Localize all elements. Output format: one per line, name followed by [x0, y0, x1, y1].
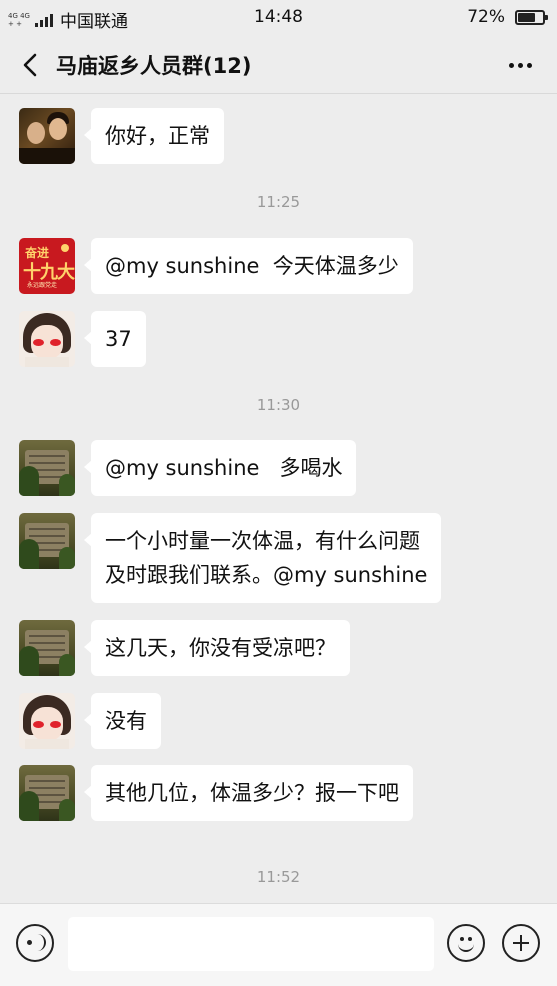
chat-header: 马庙返乡人员群(12) [0, 36, 557, 94]
more-button[interactable] [505, 50, 535, 80]
avatar-girl[interactable] [19, 693, 75, 749]
message-row: 一个小时量一次体温，有什么问题 及时跟我们联系。@my sunshine [19, 513, 442, 603]
plus-icon[interactable] [502, 924, 540, 962]
message-bubble[interactable]: @my sunshine 多喝水 [83, 440, 357, 496]
status-right: 72% [467, 7, 548, 27]
emoji-icon[interactable] [447, 924, 485, 962]
timestamp: 11:25 [256, 193, 301, 211]
message-list[interactable]: 你好，正常 11:25 奋进 十九大 永远跟党走 @my sunshine 今天… [0, 95, 557, 903]
message-line: 一个小时量一次体温，有什么问题 [105, 529, 420, 553]
more-dot [508, 62, 514, 68]
message-bubble[interactable]: 你好，正常 [84, 108, 224, 164]
avatar-red-poster[interactable]: 奋进 十九大 永远跟党走 [19, 238, 75, 294]
avatar-couple[interactable] [19, 108, 75, 164]
chevron-left-icon [23, 53, 37, 77]
message-bubble[interactable]: 一个小时量一次体温，有什么问题 及时跟我们联系。@my sunshine [83, 513, 442, 603]
message-bubble[interactable]: @my sunshine 今天体温多少 [84, 238, 413, 294]
timestamp: 11:52 [256, 868, 301, 886]
voice-icon[interactable] [16, 924, 54, 962]
message-row: @my sunshine 多喝水 [19, 440, 357, 496]
message-bubble[interactable]: 没有 [84, 693, 161, 749]
message-bubble[interactable]: 这几天，你没有受凉吧？ [84, 620, 350, 676]
avatar-building[interactable] [19, 440, 75, 496]
message-row: 这几天，你没有受凉吧？ [19, 620, 350, 676]
avatar-building[interactable] [19, 765, 75, 821]
back-button[interactable] [16, 50, 46, 80]
message-bubble[interactable]: 37 [84, 311, 146, 367]
avatar-building[interactable] [19, 620, 75, 676]
message-row: 奋进 十九大 永远跟党走 @my sunshine 今天体温多少 [19, 238, 413, 294]
timestamp: 11:30 [256, 396, 301, 414]
message-input[interactable] [68, 917, 434, 971]
battery-percent: 72% [467, 7, 505, 27]
battery-fill [518, 12, 536, 22]
message-line: 及时跟我们联系。@my sunshine [105, 563, 428, 587]
avatar-building[interactable] [19, 513, 75, 569]
message-row: 没有 [19, 693, 161, 749]
message-row: 你好，正常 [19, 108, 224, 164]
more-dot [526, 62, 532, 68]
message-row: 其他几位，体温多少？报一下吧 [19, 765, 413, 821]
chat-title: 马庙返乡人员群(12) [56, 54, 252, 78]
avatar-girl[interactable] [19, 311, 75, 367]
input-bar [0, 903, 557, 986]
more-dot [517, 62, 523, 68]
status-bar: 4G 4G + + 中国联通 14:48 72% [0, 0, 557, 36]
message-row: 37 [19, 311, 146, 367]
avatar-poster-text: 永远跟党走 [27, 282, 58, 289]
message-bubble[interactable]: 其他几位，体温多少？报一下吧 [84, 765, 413, 821]
star-icon [61, 244, 69, 252]
battery-icon [515, 9, 548, 25]
